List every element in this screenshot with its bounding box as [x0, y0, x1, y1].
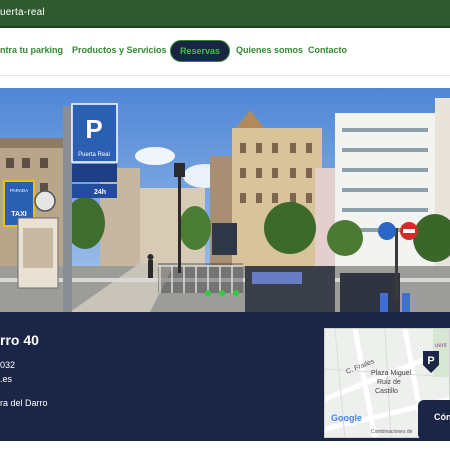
parking-website[interactable]: .es — [0, 374, 12, 384]
parking-phone[interactable]: 032 — [0, 360, 15, 370]
map-place-line-2: Ruiz de — [377, 379, 401, 386]
parking-info-panel: rro 40 032 .es ra del Darro P C. Frailes… — [0, 312, 450, 441]
nav-item-find-parking[interactable]: ntra tu parking — [0, 45, 63, 55]
map-place-line-3: Castillo — [375, 388, 398, 395]
site-url-text: uerta-real — [0, 7, 45, 18]
nav-item-reservas[interactable]: Reservas — [170, 40, 231, 62]
nav-item-about[interactable]: Quienes somos — [236, 45, 303, 55]
map-place-line-1: Plaza Miguel — [371, 370, 412, 377]
nav-item-products[interactable]: Productos y Servicios — [72, 45, 167, 55]
top-bar: uerta-real — [0, 0, 450, 28]
contact-button[interactable]: Cón — [418, 400, 450, 440]
street-scene-illustration: P Puerta Real 24h PARADA TAXI — [0, 88, 450, 312]
parking-sign-letter: P — [85, 114, 102, 144]
nav-item-contact[interactable]: Contacto — [308, 45, 347, 55]
parking-street: ra del Darro — [0, 398, 48, 408]
map-right-label: uent — [435, 343, 447, 349]
parking-address-title: rro 40 — [0, 332, 39, 348]
parking-sign-name: Puerta Real — [78, 152, 110, 158]
main-nav: ntra tu parking Productos y Servicios Re… — [0, 30, 450, 76]
map-pin-parking-icon: P — [427, 355, 434, 367]
map-footer-text: Combinaciones de — [371, 429, 413, 435]
parking-sign-badge: 24h — [94, 189, 106, 196]
taxi-sign-label: TAXI — [11, 211, 26, 218]
taxi-sign-top: PARADA — [10, 188, 28, 193]
hero-photo: P Puerta Real 24h PARADA TAXI — [0, 88, 450, 312]
page-bottom-margin — [0, 441, 450, 450]
google-logo: Google — [331, 413, 362, 423]
